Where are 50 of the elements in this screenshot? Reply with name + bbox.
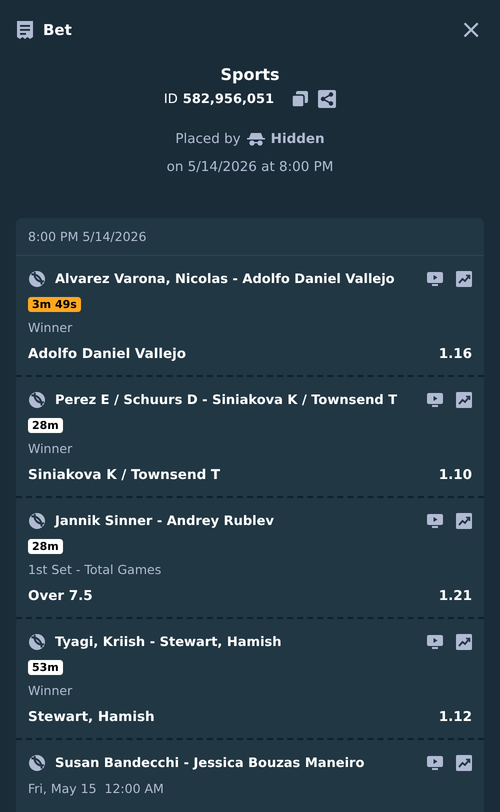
odds-value: 1.10	[438, 466, 472, 485]
chart-icon[interactable]	[456, 513, 472, 529]
placed-by-name: Hidden	[270, 131, 325, 147]
event-name[interactable]: Alvarez Varona, Nicolas - Adolfo Daniel Vallejo	[55, 272, 418, 286]
tv-icon[interactable]	[427, 634, 443, 650]
chart-icon[interactable]	[456, 271, 472, 287]
countdown-badge: 3m 49s	[28, 296, 81, 312]
market-name: Winner	[28, 319, 74, 337]
event-name[interactable]: Susan Bandecchi - Jessica Bouzas Maneiro	[55, 756, 418, 770]
event-name[interactable]: Perez E / Schuurs D - Siniakova K / Townsend T	[55, 392, 418, 408]
selection-name: Adolfo Daniel Vallejo	[28, 345, 186, 364]
event-name[interactable]: Jannik Sinner - Andrey Rublev	[55, 514, 418, 528]
bet-category: Sports	[220, 64, 280, 86]
countdown-badge: 28m	[28, 538, 63, 554]
odds-value: 1.16	[438, 345, 472, 364]
receipt-icon	[16, 20, 34, 40]
market-name: 1st Set - Total Games	[28, 561, 162, 579]
selection-name: Over 7.5	[28, 587, 93, 606]
odds-value: 1.12	[438, 708, 472, 727]
countdown-badge: 28m	[28, 418, 63, 432]
countdown-badge: 53m	[28, 660, 63, 674]
tennis-ball-icon	[28, 391, 46, 409]
bet-id: 582,956,051	[182, 92, 274, 106]
share-icon[interactable]	[318, 90, 336, 108]
card-date: 8:00 PM 5/14/2026	[28, 229, 146, 244]
odds-value: 1.21	[438, 587, 472, 606]
tv-icon[interactable]	[427, 271, 443, 287]
tennis-ball-icon	[28, 754, 46, 772]
close-button[interactable]: ×	[458, 17, 484, 43]
id-label: ID	[164, 92, 178, 106]
placed-by-label: Placed by	[175, 131, 241, 147]
tennis-ball-icon	[28, 512, 46, 530]
selection-name: Stewart, Hamish	[28, 708, 155, 727]
event-name[interactable]: Tyagi, Kriish - Stewart, Hamish	[55, 634, 418, 650]
incognito-icon	[246, 132, 265, 146]
chart-icon[interactable]	[456, 755, 472, 771]
tv-icon[interactable]	[427, 513, 443, 529]
tennis-ball-icon	[28, 270, 46, 288]
chart-icon[interactable]	[456, 634, 472, 650]
panel-title: Bet	[43, 21, 72, 39]
start-time: Fri, May 15 12:00 AM	[28, 780, 164, 796]
tv-icon[interactable]	[427, 755, 443, 771]
placed-date: on 5/14/2026 at 8:00 PM	[166, 159, 334, 175]
tennis-ball-icon	[28, 633, 46, 651]
copy-icon[interactable]	[291, 90, 310, 108]
market-name: Winner	[28, 682, 74, 700]
selection-name: Siniakova K / Townsend T	[28, 466, 220, 485]
chart-icon[interactable]	[456, 392, 472, 408]
market-name: Winner	[28, 440, 74, 458]
tv-icon[interactable]	[427, 392, 443, 408]
